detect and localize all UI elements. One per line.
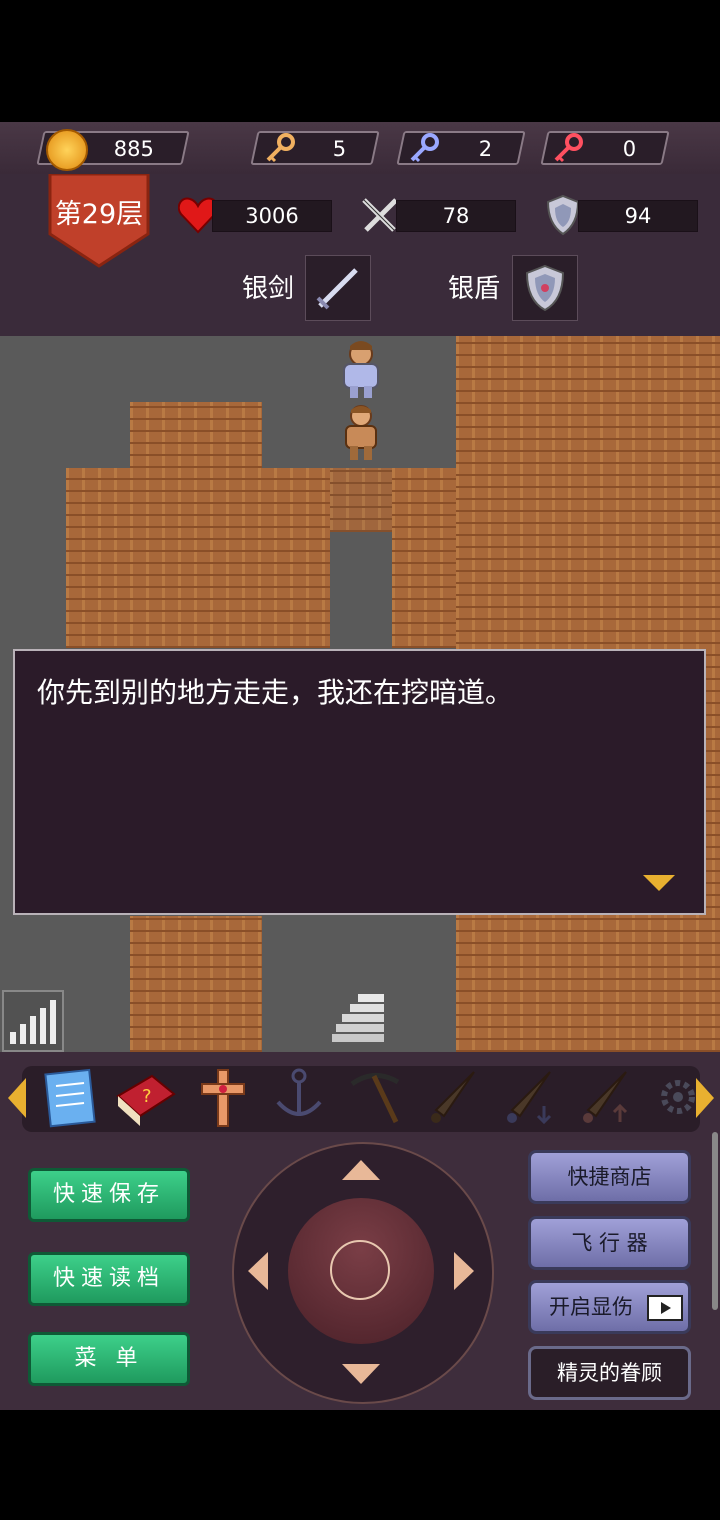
- dialog-text: 你先到别的地方走走，我还在挖暗道。: [37, 676, 514, 709]
- up-arrow-icon[interactable]: [340, 1158, 382, 1182]
- dirt-wall: [66, 468, 330, 648]
- weapon-slot[interactable]: [305, 255, 371, 321]
- weapon-label: 银剑: [242, 274, 295, 304]
- control-panel: 快速保存 快速读档 菜 单 快捷商店 飞 行 器 开启显伤 精灵的眷顾: [0, 1132, 720, 1410]
- down-arrow-icon[interactable]: [340, 1362, 382, 1386]
- red-key-icon: [554, 133, 583, 163]
- stairs-tile[interactable]: [328, 984, 394, 1050]
- shield-slot[interactable]: [512, 255, 578, 321]
- shield-label: 银盾: [448, 274, 501, 304]
- resource-bar: 885 5 2 0: [0, 122, 720, 174]
- dpad-ring: [330, 1240, 390, 1300]
- feather-up-icon[interactable]: [576, 1066, 634, 1128]
- dialog-box[interactable]: 你先到别的地方走走，我还在挖暗道。: [13, 649, 706, 915]
- monster-book-icon[interactable]: ?: [112, 1066, 178, 1128]
- spirit-favor-button[interactable]: 精灵的眷顾: [528, 1346, 691, 1400]
- attack-bar: 78: [396, 200, 516, 232]
- svg-text:?: ?: [142, 1086, 152, 1107]
- show-damage-button[interactable]: 开启显伤: [528, 1280, 691, 1334]
- silver-sword-icon: [316, 268, 358, 310]
- feather-icon[interactable]: [424, 1066, 482, 1128]
- right-arrow-icon[interactable]: [452, 1250, 476, 1292]
- stairs-icon: [332, 994, 384, 1042]
- dirt-wall: [392, 468, 456, 648]
- hero-status-panel: 第29层 3006 78 94 银剑 银盾: [0, 174, 720, 336]
- gear-icon[interactable]: [648, 1066, 698, 1128]
- anchor-icon[interactable]: [270, 1066, 328, 1128]
- show-damage-label: 开启显伤: [549, 1295, 633, 1319]
- crossed-swords-icon: [362, 198, 398, 232]
- quick-save-button[interactable]: 快速保存: [28, 1168, 190, 1222]
- quick-load-button[interactable]: 快速读档: [28, 1252, 190, 1306]
- floor-label: 第29层: [54, 199, 144, 230]
- scrollbar[interactable]: [712, 1132, 718, 1310]
- gold-coin-icon: [46, 129, 88, 171]
- quick-shop-button[interactable]: 快捷商店: [528, 1150, 691, 1204]
- video-icon: [647, 1295, 683, 1321]
- defense-bar: 94: [578, 200, 698, 232]
- hp-bar: 3006: [212, 200, 332, 232]
- notepad-icon[interactable]: [42, 1066, 100, 1128]
- pickaxe-icon[interactable]: [344, 1066, 406, 1128]
- armored-thief-npc[interactable]: [328, 336, 394, 402]
- signal-bars-icon: [10, 1000, 56, 1044]
- continue-arrow-icon[interactable]: [641, 873, 677, 893]
- dirt-wall: [130, 916, 262, 1052]
- scroll-left-icon[interactable]: [6, 1076, 28, 1120]
- dirt-wall: [130, 402, 262, 468]
- yellow-key-icon: [266, 133, 295, 163]
- left-arrow-icon[interactable]: [246, 1250, 270, 1292]
- signal-button[interactable]: [2, 990, 64, 1052]
- blue-key-icon: [410, 133, 439, 163]
- flyer-button[interactable]: 飞 行 器: [528, 1216, 691, 1270]
- menu-button[interactable]: 菜 单: [28, 1332, 190, 1386]
- holy-cross-icon[interactable]: [194, 1066, 252, 1130]
- item-bar: ?: [0, 1052, 720, 1140]
- feather-down-icon[interactable]: [500, 1066, 558, 1128]
- silver-shield-icon: [525, 264, 565, 312]
- shield-stat-icon: [546, 194, 580, 236]
- hero-player: [328, 400, 394, 466]
